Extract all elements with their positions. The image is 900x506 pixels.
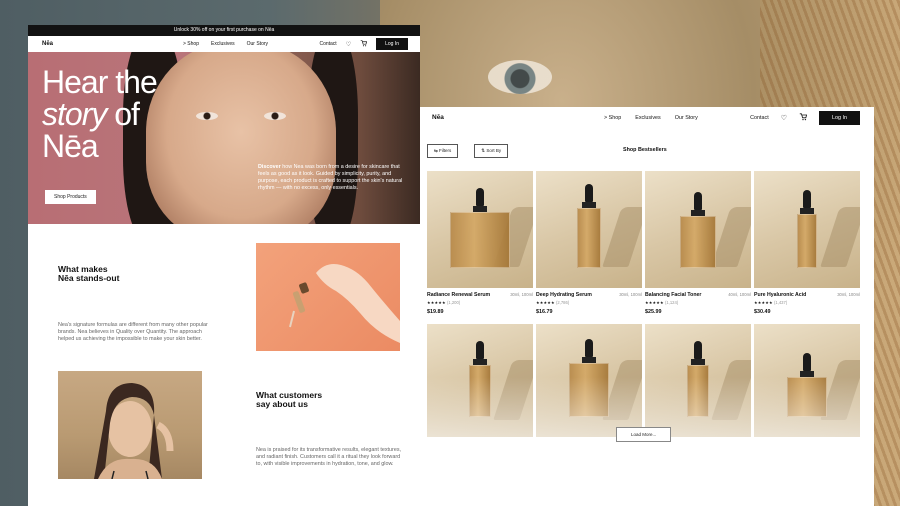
review-count: (2,786)	[555, 300, 570, 305]
dropper-image	[256, 243, 400, 351]
filters-label: Filters	[439, 148, 452, 153]
product-image[interactable]	[645, 171, 751, 288]
nav-actions: Contact ♡ Log In	[750, 110, 860, 125]
review-count: (1,437)	[773, 300, 788, 305]
product-size: 30ml, 100ml	[837, 292, 860, 297]
hero-banner: Hear the story of Nēa Discover how Nea w…	[28, 52, 420, 224]
shop-page: Nēa > Shop Exclusives Our Story Contact …	[420, 107, 874, 506]
sort-label: Sort By	[486, 148, 502, 153]
product-price: $19.89	[427, 309, 444, 315]
promo-bar[interactable]: Unlock 30% off on your first purchase on…	[28, 25, 420, 36]
hero-title-italic: story	[42, 96, 107, 132]
product-image[interactable]	[427, 171, 533, 288]
nav-shop[interactable]: > Shop	[604, 115, 621, 121]
standout-title: What makes Nēa stands-out	[58, 264, 120, 283]
nav-links: > Shop Exclusives Our Story	[604, 115, 698, 121]
product-size: 40ml, 100ml	[728, 292, 751, 297]
rating-stars: ★★★★★	[427, 300, 446, 305]
customer-image	[58, 371, 202, 479]
product-image[interactable]	[645, 324, 751, 437]
hero-description: Discover how Nea was born from a desire …	[258, 164, 404, 192]
product-name[interactable]: Balancing Facial Toner	[645, 292, 701, 298]
product-card[interactable]: Radiance Renewal Serum 30ml, 100ml ★★★★★…	[427, 171, 533, 320]
nav-our-story[interactable]: Our Story	[675, 115, 698, 121]
product-size: 30ml, 100ml	[619, 292, 642, 297]
nav-contact[interactable]: Contact	[319, 41, 336, 47]
sort-button[interactable]: ⇅ Sort By	[474, 144, 509, 158]
hero-title: Hear the story of Nēa	[42, 64, 158, 164]
hero-title-line2: of	[106, 96, 140, 132]
nav-our-story[interactable]: Our Story	[247, 41, 268, 47]
product-card[interactable]: Deep Hydrating Serum 30ml, 100ml ★★★★★ (…	[536, 171, 642, 320]
login-button[interactable]: Log In	[376, 38, 408, 50]
hero-eye	[264, 112, 286, 120]
background-eye	[488, 60, 552, 94]
product-size: 30ml, 100ml	[510, 292, 533, 297]
story-page: Unlock 30% off on your first purchase on…	[28, 25, 420, 506]
product-image[interactable]	[536, 171, 642, 288]
product-image[interactable]	[754, 324, 860, 437]
product-card[interactable]	[536, 324, 642, 437]
shop-products-button[interactable]: Shop Products	[45, 190, 96, 204]
product-card[interactable]	[754, 324, 860, 437]
heart-icon[interactable]: ♡	[781, 114, 787, 122]
load-more-button[interactable]: Load More...	[616, 427, 672, 442]
logo[interactable]: Nēa	[432, 114, 444, 121]
hero-eye	[196, 112, 218, 120]
nav-exclusives[interactable]: Exclusives	[635, 115, 660, 121]
hero-description-bold: Discover	[258, 164, 281, 170]
product-image[interactable]	[754, 171, 860, 288]
product-image[interactable]	[427, 324, 533, 437]
review-count: (1,124)	[664, 300, 679, 305]
product-card[interactable]: Pure Hyaluronic Acid 30ml, 100ml ★★★★★ (…	[754, 171, 860, 320]
hero-title-brand: Nēa	[42, 128, 99, 164]
cart-icon[interactable]	[799, 112, 808, 123]
nav-exclusives[interactable]: Exclusives	[211, 41, 235, 47]
product-card[interactable]: Balancing Facial Toner 40ml, 100ml ★★★★★…	[645, 171, 751, 320]
nav-contact[interactable]: Contact	[750, 115, 769, 121]
shop-navbar: Nēa > Shop Exclusives Our Story Contact …	[420, 107, 874, 128]
rating-stars: ★★★★★	[754, 300, 773, 305]
product-grid: Radiance Renewal Serum 30ml, 100ml ★★★★★…	[427, 171, 860, 437]
story-navbar: Nēa > Shop Exclusives Our Story Contact …	[28, 36, 420, 52]
cart-icon[interactable]	[360, 39, 368, 49]
standout-text: Nea's signature formulas are different f…	[58, 322, 208, 342]
hero-title-line1: Hear the	[42, 64, 158, 100]
shop-title: Shop Bestsellers	[623, 147, 667, 153]
product-card[interactable]	[645, 324, 751, 437]
product-rating: ★★★★★ (1,437)	[754, 300, 787, 305]
product-rating: ★★★★★ (1,124)	[645, 300, 678, 305]
product-name[interactable]: Deep Hydrating Serum	[536, 292, 592, 298]
product-rating: ★★★★★ (1,200)	[427, 300, 460, 305]
rating-stars: ★★★★★	[536, 300, 555, 305]
product-name[interactable]: Radiance Renewal Serum	[427, 292, 490, 298]
filters-button[interactable]: ⇆ Filters	[427, 144, 459, 158]
product-card[interactable]	[427, 324, 533, 437]
testimonials-title: What customers say about us	[256, 390, 323, 409]
product-rating: ★★★★★ (2,786)	[536, 300, 569, 305]
product-price: $25.99	[645, 309, 662, 315]
product-price: $16.79	[536, 309, 553, 315]
login-button[interactable]: Log In	[819, 110, 860, 125]
product-price: $30.49	[754, 309, 771, 315]
product-image[interactable]	[536, 324, 642, 437]
rating-stars: ★★★★★	[645, 300, 664, 305]
shop-toolbar: ⇆ Filters ⇅ Sort By	[427, 144, 509, 158]
nav-shop[interactable]: > Shop	[183, 41, 199, 47]
testimonials-text: Nea is praised for its transformative re…	[256, 447, 402, 467]
logo[interactable]: Nēa	[42, 41, 53, 47]
nav-links: > Shop Exclusives Our Story	[183, 41, 268, 47]
review-count: (1,200)	[446, 300, 461, 305]
hero-portrait	[146, 52, 336, 224]
nav-actions: Contact ♡ Log In	[319, 38, 408, 50]
heart-icon[interactable]: ♡	[346, 41, 351, 48]
product-name[interactable]: Pure Hyaluronic Acid	[754, 292, 806, 298]
